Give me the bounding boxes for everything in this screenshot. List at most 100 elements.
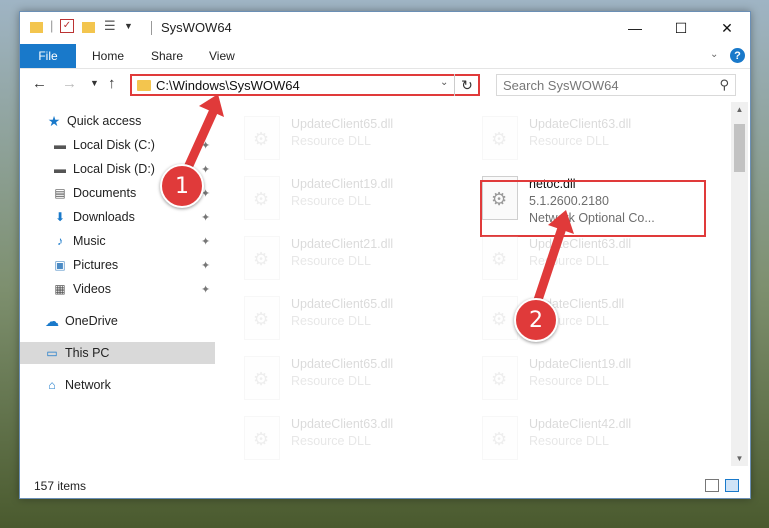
sidebar-item-pictures[interactable]: ▣ Pictures bbox=[52, 254, 118, 276]
sidebar-item-local-disk-d[interactable]: ▬ Local Disk (D:) bbox=[52, 158, 155, 180]
scroll-down-icon[interactable]: ▼ bbox=[731, 454, 748, 463]
search-placeholder: Search SysWOW64 bbox=[503, 78, 619, 93]
pictures-icon: ▣ bbox=[54, 258, 66, 272]
pin-icon[interactable]: ✦ bbox=[201, 187, 210, 200]
dll-file-icon bbox=[482, 416, 518, 460]
file-name: UpdateClient65.dll bbox=[291, 297, 394, 311]
pin-icon[interactable]: ✦ bbox=[201, 211, 210, 224]
sidebar-item-label: Quick access bbox=[67, 114, 142, 128]
file-tile[interactable]: UpdateClient42.dll Resource DLL bbox=[482, 412, 702, 466]
file-tile[interactable]: UpdateClient63.dll Resource DLL bbox=[244, 412, 464, 466]
address-bar[interactable]: C:\Windows\SysWOW64 ⌄ ↻ bbox=[130, 74, 480, 96]
address-path[interactable]: C:\Windows\SysWOW64 bbox=[156, 78, 300, 93]
pin-icon[interactable]: ✦ bbox=[201, 163, 210, 176]
tab-share[interactable]: Share bbox=[151, 44, 183, 68]
sidebar-item-onedrive[interactable]: ☁ OneDrive bbox=[44, 310, 118, 332]
sidebar-item-documents[interactable]: ▤ Documents bbox=[52, 182, 136, 204]
ribbon-tabs: File Home Share View ⌄ ? bbox=[20, 44, 750, 69]
pin-icon[interactable]: ✦ bbox=[201, 283, 210, 296]
divider: | bbox=[50, 18, 54, 33]
sidebar-item-label: This PC bbox=[65, 346, 110, 360]
dll-file-icon bbox=[244, 296, 280, 340]
sidebar-item-this-pc[interactable]: ▭ This PC bbox=[20, 342, 215, 364]
file-description: Resource DLL bbox=[291, 374, 371, 388]
maximize-button[interactable]: ☐ bbox=[658, 12, 704, 44]
sidebar-item-label: Downloads bbox=[73, 210, 135, 224]
dll-file-icon bbox=[482, 236, 518, 280]
sidebar-item-music[interactable]: ♪ Music bbox=[52, 230, 106, 252]
pin-icon[interactable]: ✦ bbox=[201, 259, 210, 272]
file-name: UpdateClient65.dll bbox=[291, 117, 394, 131]
details-view-icon[interactable] bbox=[705, 479, 719, 492]
chevron-down-icon[interactable]: ▼ bbox=[124, 21, 133, 37]
chevron-down-icon[interactable]: ⌄ bbox=[440, 77, 448, 88]
minimize-button[interactable]: — bbox=[612, 12, 658, 44]
sidebar-item-label: Local Disk (C:) bbox=[73, 138, 155, 152]
properties-icon[interactable]: ✓ bbox=[60, 19, 74, 33]
videos-icon: ▦ bbox=[54, 282, 66, 296]
help-icon[interactable]: ? bbox=[730, 48, 745, 63]
scroll-up-icon[interactable]: ▲ bbox=[731, 105, 748, 114]
title-bar: | ✓ ☰ ▼ SysWOW64 — ☐ ✕ bbox=[20, 12, 750, 44]
music-icon: ♪ bbox=[57, 234, 63, 248]
scroll-thumb[interactable] bbox=[734, 124, 745, 172]
sidebar-item-label: Videos bbox=[73, 282, 111, 296]
sidebar-item-local-disk-c[interactable]: ▬ Local Disk (C:) bbox=[52, 134, 155, 156]
file-tile[interactable]: UpdateClient19.dll Resource DLL bbox=[482, 352, 702, 408]
file-description: Resource DLL bbox=[529, 254, 609, 268]
sidebar-item-network[interactable]: ⌂ Network bbox=[44, 374, 111, 396]
file-tile[interactable]: UpdateClient63.dll Resource DLL bbox=[482, 232, 702, 288]
file-name: UpdateClient63.dll bbox=[529, 117, 632, 131]
item-count: 157 items bbox=[34, 479, 87, 493]
dll-file-icon bbox=[244, 356, 280, 400]
file-tile[interactable]: UpdateClient21.dll Resource DLL bbox=[244, 232, 464, 288]
sidebar-item-label: OneDrive bbox=[65, 314, 118, 328]
file-description: Resource DLL bbox=[529, 434, 609, 448]
dll-file-icon bbox=[244, 116, 280, 160]
expand-ribbon-icon[interactable]: ⌄ bbox=[710, 49, 718, 60]
file-tile[interactable]: UpdateClient19.dll Resource DLL bbox=[244, 172, 464, 228]
pin-icon[interactable]: ✦ bbox=[201, 139, 210, 152]
customize-toolbar-icon[interactable]: ☰ bbox=[104, 18, 116, 34]
network-icon: ⌂ bbox=[48, 378, 56, 392]
file-name: UpdateClient42.dll bbox=[529, 417, 632, 431]
file-explorer-window: | ✓ ☰ ▼ SysWOW64 — ☐ ✕ File Home Share V… bbox=[19, 11, 751, 499]
vertical-scrollbar[interactable]: ▲ ▼ bbox=[731, 102, 748, 466]
title-separator bbox=[151, 21, 152, 35]
up-arrow-icon[interactable]: ↑ bbox=[108, 75, 116, 92]
file-name: UpdateClient19.dll bbox=[529, 357, 632, 371]
tab-home[interactable]: Home bbox=[92, 44, 124, 68]
close-button[interactable]: ✕ bbox=[704, 12, 750, 44]
file-tile[interactable]: UpdateClient65.dll Resource DLL bbox=[244, 292, 464, 348]
file-tile[interactable]: UpdateClient65.dll Resource DLL bbox=[244, 112, 464, 168]
drive-icon: ▬ bbox=[54, 162, 66, 176]
navigation-pane: ★ Quick access ▬ Local Disk (C:) ✦ ▬ Loc… bbox=[20, 102, 216, 466]
search-icon[interactable]: ⚲ bbox=[719, 77, 729, 93]
file-description: Resource DLL bbox=[529, 134, 609, 148]
sidebar-item-downloads[interactable]: ⬇ Downloads bbox=[52, 206, 135, 228]
file-tile[interactable]: UpdateClient5.dll Resource DLL bbox=[482, 292, 702, 348]
file-name: UpdateClient5.dll bbox=[529, 297, 625, 311]
highlight-box bbox=[480, 180, 706, 237]
recent-locations-icon[interactable]: ▼ bbox=[90, 78, 99, 88]
file-tile[interactable]: UpdateClient65.dll Resource DLL bbox=[244, 352, 464, 408]
file-name: UpdateClient63.dll bbox=[529, 237, 632, 251]
file-description: Resource DLL bbox=[529, 374, 609, 388]
pin-icon[interactable]: ✦ bbox=[201, 235, 210, 248]
sidebar-item-quick-access[interactable]: ★ Quick access bbox=[46, 110, 142, 132]
star-icon: ★ bbox=[47, 112, 61, 129]
large-icons-view-icon[interactable] bbox=[725, 479, 739, 492]
forward-arrow-icon[interactable]: → bbox=[62, 75, 77, 92]
sidebar-item-videos[interactable]: ▦ Videos bbox=[52, 278, 111, 300]
drive-icon: ▬ bbox=[54, 138, 66, 152]
new-folder-icon[interactable] bbox=[82, 22, 95, 33]
search-input[interactable]: Search SysWOW64 ⚲ bbox=[496, 74, 736, 96]
sidebar-item-label: Network bbox=[65, 378, 111, 392]
file-tile[interactable]: UpdateClient63.dll Resource DLL bbox=[482, 112, 702, 168]
tab-view[interactable]: View bbox=[209, 44, 235, 68]
back-arrow-icon[interactable]: ← bbox=[32, 75, 47, 92]
dll-file-icon bbox=[482, 356, 518, 400]
tab-file[interactable]: File bbox=[20, 44, 76, 68]
refresh-icon[interactable]: ↻ bbox=[454, 74, 479, 96]
file-description: Resource DLL bbox=[291, 194, 371, 208]
